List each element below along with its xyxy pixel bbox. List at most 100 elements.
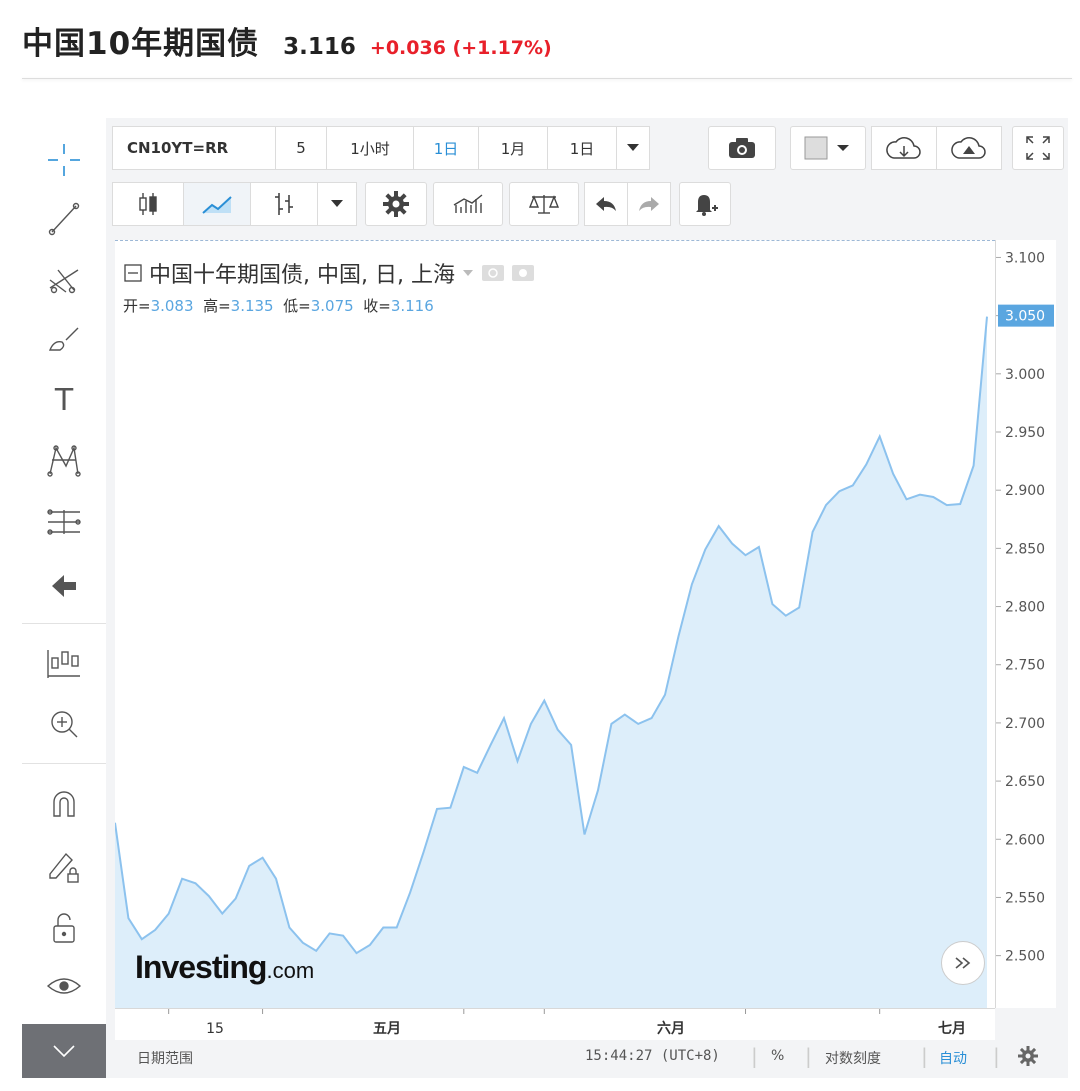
symbol-input[interactable]: CN10YT=RR <box>112 126 276 170</box>
camera-button[interactable] <box>708 126 776 170</box>
alert-add-icon <box>696 195 718 216</box>
y-tick-label: 2.650 <box>1005 774 1045 790</box>
divider: | <box>751 1044 758 1068</box>
zoom-in-icon[interactable] <box>42 702 86 746</box>
date-range-button[interactable]: 日期范围 <box>137 1048 193 1068</box>
y-tick-label: 2.750 <box>1005 658 1045 674</box>
interval-5[interactable]: 5 <box>275 126 327 170</box>
cloud-upload-button[interactable] <box>936 126 1002 170</box>
bar-ohlc-icon <box>275 193 293 215</box>
unlock-icon[interactable] <box>42 906 86 950</box>
cloud-upload-icon <box>951 137 986 159</box>
x-tick-label: 七月 <box>938 1021 966 1037</box>
interval-toolbar: CN10YT=RR 5 1小时 1日 1月 1日 <box>112 126 650 170</box>
undo-redo-group <box>584 182 671 226</box>
cloud-toolbar <box>871 126 1002 170</box>
ohlc-values: 开=3.083 高=3.135 低=3.075 收=3.116 <box>123 295 434 316</box>
line-chart-button[interactable] <box>183 182 251 226</box>
legend-title: 中国十年期国债, 中国, 日, 上海 <box>149 263 455 288</box>
svg-text:T: T <box>54 383 74 418</box>
quote-header: 中国10年期国债 3.116 +0.036 (+1.17%) <box>22 18 552 62</box>
open-value: 3.083 <box>150 297 194 315</box>
line-chart-icon <box>202 196 232 214</box>
eye-icon[interactable] <box>42 964 86 1008</box>
close-label: 收= <box>363 297 391 315</box>
fullscreen-button[interactable] <box>1012 126 1064 170</box>
alert-button[interactable] <box>679 182 731 226</box>
collapse-icon[interactable] <box>123 263 143 283</box>
candlestick-button[interactable] <box>112 182 184 226</box>
interval-1m[interactable]: 1月 <box>478 126 548 170</box>
fib-tools-icon[interactable] <box>42 256 86 300</box>
investing-logo: Investing.com <box>135 949 315 985</box>
time-axis-labels: 15 五月 六月 七月 <box>168 1009 966 1037</box>
pattern-icon[interactable] <box>42 438 86 482</box>
interval-dropdown[interactable] <box>616 126 650 170</box>
indicators-icon <box>453 194 483 213</box>
x-tick-label: 15 <box>206 1021 224 1037</box>
brush-icon[interactable] <box>42 316 86 360</box>
undo-icon <box>596 197 616 211</box>
fullscreen-icon <box>1026 136 1050 160</box>
cloud-download-button[interactable] <box>871 126 937 170</box>
scroll-to-latest-button[interactable] <box>941 941 985 985</box>
page-title: 中国10年期国债 <box>22 26 260 62</box>
legend: 中国十年期国债, 中国, 日, 上海 <box>123 257 535 289</box>
undo-button[interactable] <box>584 182 628 226</box>
redo-button[interactable] <box>627 182 671 226</box>
candlestick-icon <box>139 193 157 215</box>
log-scale-toggle[interactable]: 对数刻度 <box>825 1048 881 1068</box>
y-tick-label: 2.850 <box>1005 541 1045 557</box>
y-tick-label: 3.100 <box>1005 250 1045 266</box>
high-label: 高= <box>203 297 231 315</box>
color-button[interactable] <box>790 126 866 170</box>
settings-button[interactable] <box>365 182 427 226</box>
chevron-down-icon[interactable] <box>461 268 475 278</box>
last-price: 3.116 <box>283 34 356 60</box>
interval-1d[interactable]: 1日 <box>413 126 479 170</box>
indicators-button[interactable] <box>433 182 503 226</box>
cloud-download-icon <box>886 137 921 159</box>
toolbar-separator <box>22 763 106 764</box>
chevron-down-icon <box>627 144 639 151</box>
y-tick-label: 2.500 <box>1005 949 1045 965</box>
low-value: 3.075 <box>310 297 354 315</box>
gear-icon[interactable] <box>511 263 535 283</box>
y-tick-label: 3.000 <box>1005 367 1045 383</box>
percent-toggle[interactable]: % <box>771 1048 784 1064</box>
x-tick-label: 五月 <box>373 1021 401 1037</box>
header-divider <box>22 78 1072 79</box>
interval-1h[interactable]: 1小时 <box>326 126 414 170</box>
compare-button[interactable] <box>509 182 579 226</box>
measure-icon[interactable] <box>42 500 86 544</box>
close-value: 3.116 <box>390 297 434 315</box>
magnet-icon[interactable] <box>42 782 86 826</box>
y-tick-label: 3.050 <box>1005 309 1045 325</box>
auto-scale-toggle[interactable]: 自动 <box>939 1048 967 1068</box>
visibility-icon[interactable] <box>481 263 505 283</box>
chart-type-dropdown[interactable] <box>317 182 357 226</box>
back-arrow-icon[interactable] <box>42 564 86 608</box>
low-label: 低= <box>283 297 311 315</box>
trend-line-icon[interactable] <box>42 196 86 240</box>
bar-pattern-icon[interactable] <box>42 642 86 686</box>
price-axis[interactable]: 3.100 3.050 3.000 2.950 2.900 2.850 2.800 2.750… <box>995 240 1056 1008</box>
time-axis[interactable]: 15 五月 六月 七月 <box>115 1008 995 1041</box>
trash-icon[interactable] <box>22 1024 106 1078</box>
x-tick-label: 六月 <box>657 1020 685 1037</box>
y-tick-label: 2.550 <box>1005 890 1045 906</box>
settings-icon <box>383 191 409 217</box>
y-tick-label: 2.800 <box>1005 600 1045 616</box>
lock-drawing-icon[interactable] <box>42 844 86 888</box>
bar-ohlc-button[interactable] <box>250 182 318 226</box>
text-icon[interactable]: T <box>42 376 86 420</box>
axis-settings-button[interactable] <box>1017 1045 1039 1071</box>
range-1d[interactable]: 1日 <box>547 126 617 170</box>
y-tick-label: 2.900 <box>1005 483 1045 499</box>
divider: | <box>921 1044 928 1068</box>
status-bar: 日期范围 15:44:27 (UTC+8) | % | 对数刻度 | 自动 | <box>115 1040 1055 1074</box>
plot-area[interactable]: 中国十年期国债, 中国, 日, 上海 开=3.083 高=3.135 低=3.0… <box>114 240 995 1010</box>
crosshair-icon[interactable] <box>42 138 86 182</box>
toolbar-separator <box>22 623 106 624</box>
redo-icon <box>639 197 659 211</box>
